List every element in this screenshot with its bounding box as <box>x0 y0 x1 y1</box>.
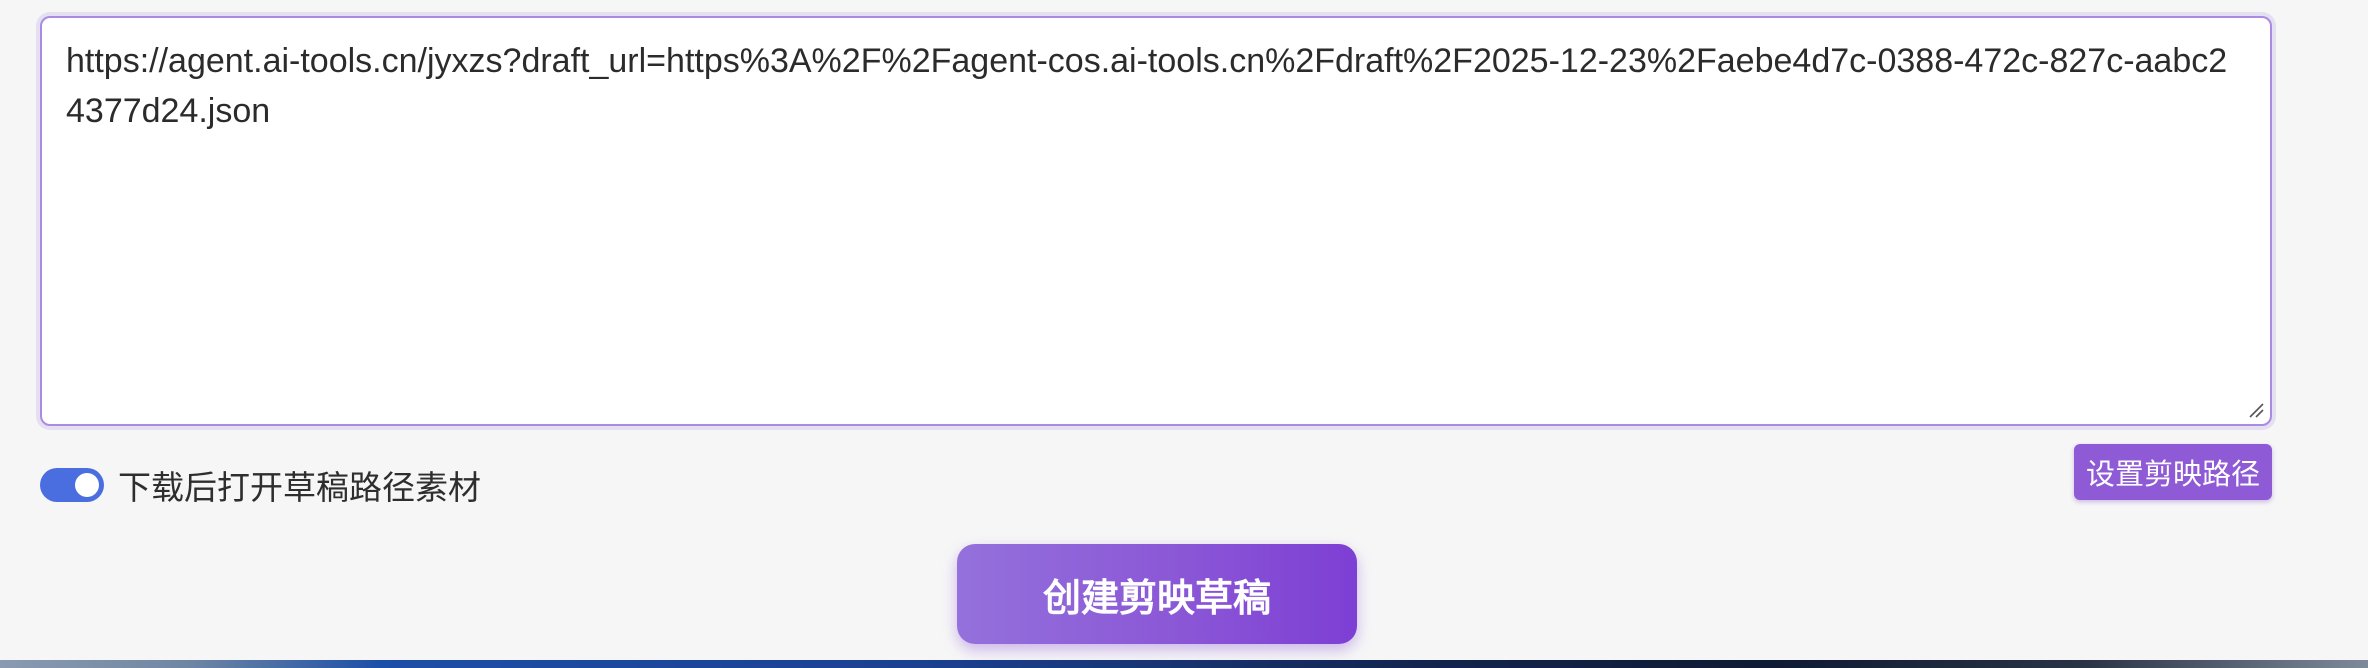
draft-creator-panel: https://agent.ai-tools.cn/jyxzs?draft_ur… <box>0 0 2368 668</box>
toggle-knob <box>75 473 99 497</box>
open-draft-path-toggle-label: 下载后打开草稿路径素材 <box>118 468 481 507</box>
resize-handle-icon[interactable] <box>2246 400 2264 418</box>
set-jianying-path-button[interactable]: 设置剪映路径 <box>2074 444 2272 500</box>
open-draft-path-toggle-row: 下载后打开草稿路径素材 <box>40 460 481 510</box>
open-draft-path-toggle[interactable] <box>40 468 104 502</box>
desktop-wallpaper-strip <box>0 660 2368 668</box>
draft-url-value: https://agent.ai-tools.cn/jyxzs?draft_ur… <box>66 42 2228 130</box>
create-jianying-draft-button[interactable]: 创建剪映草稿 <box>957 544 1357 644</box>
draft-url-textarea[interactable]: https://agent.ai-tools.cn/jyxzs?draft_ur… <box>40 16 2272 426</box>
